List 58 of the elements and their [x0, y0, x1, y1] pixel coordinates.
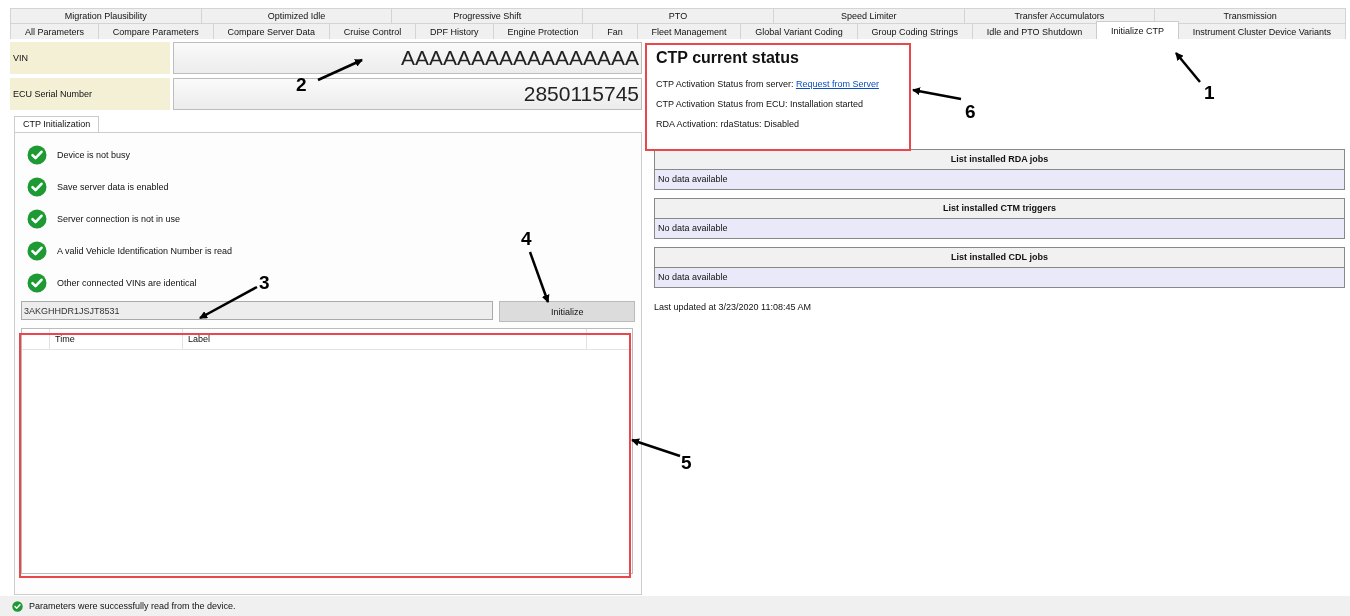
value-field: AAAAAAAAAAAAAAAAA — [173, 42, 642, 74]
tab[interactable]: Idle and PTO Shutdown — [971, 23, 1098, 39]
annotation-number: 2 — [296, 74, 307, 96]
tab[interactable]: DPF History — [415, 23, 494, 39]
check-label: Save server data is enabled — [57, 182, 169, 192]
list-header: List installed CDL jobs — [655, 248, 1344, 268]
tab[interactable]: Transmission — [1154, 8, 1347, 23]
list-header: List installed CTM triggers — [655, 199, 1344, 219]
arrow — [1175, 52, 1201, 83]
request-link[interactable]: Request from Server — [795, 79, 879, 89]
list-row: No data available — [655, 219, 1344, 238]
tab[interactable]: Engine Protection — [492, 23, 594, 39]
tab[interactable]: Group Coding Strings — [856, 23, 973, 39]
tab[interactable]: CTP Initialization — [14, 116, 100, 132]
arrow — [199, 285, 258, 320]
annotation-number: 4 — [521, 228, 532, 250]
tab[interactable]: Migration Plausibility — [10, 8, 202, 23]
arrow — [317, 58, 363, 82]
list-row: No data available — [655, 268, 1344, 287]
column-header[interactable]: Time — [50, 329, 183, 349]
tab[interactable]: Compare Parameters — [97, 23, 214, 39]
tab[interactable]: Optimized Idle — [200, 8, 393, 23]
tab[interactable]: Progressive Shift — [391, 8, 584, 23]
annotation-number: 5 — [681, 452, 692, 474]
tab[interactable]: Speed Limiter — [772, 8, 965, 23]
tab[interactable]: Global Variant Coding — [740, 23, 858, 39]
status-line: RDA Activation: rdaStatus: Disabled — [656, 119, 801, 129]
tab[interactable]: Compare Server Data — [212, 23, 330, 39]
check-label: A valid Vehicle Identification Number is read — [57, 246, 233, 256]
tab[interactable]: Fleet Management — [636, 23, 742, 39]
last-updated-text: Last updated at 3/23/2020 11:08:45 AM — [654, 302, 812, 312]
field-label: VIN — [10, 42, 170, 74]
tab[interactable]: Fan — [592, 23, 638, 39]
check-label: Server connection is not in use — [57, 214, 181, 224]
status-line: CTP Activation Status from ECU: Installation started — [656, 99, 864, 109]
list-header: List installed RDA jobs — [655, 150, 1344, 170]
check-label: Other connected VINs are identical — [57, 278, 197, 288]
list-row: No data available — [655, 170, 1344, 189]
status-line: CTP Activation Status from server: Request from Server — [656, 79, 880, 89]
tab[interactable]: Cruise Control — [328, 23, 417, 39]
arrow — [912, 87, 962, 101]
field-label: ECU Serial Number — [10, 78, 170, 110]
annotation-number: 1 — [1204, 82, 1215, 104]
check-label: Device is not busy — [57, 150, 131, 160]
tab[interactable]: Instrument Cluster Device Variants — [1177, 23, 1346, 39]
arrow — [631, 438, 681, 458]
initialize-button[interactable]: Initialize — [499, 301, 635, 322]
tab[interactable]: PTO — [582, 8, 774, 23]
vin-input-field[interactable]: 3AKGHHDR1JSJT8531 — [21, 301, 494, 320]
tab[interactable]: Initialize CTP — [1096, 21, 1179, 39]
status-message: Parameters were successfully read from the device. — [29, 601, 236, 611]
column-header[interactable]: Label — [183, 329, 587, 349]
annotation-number: 3 — [259, 272, 270, 294]
tab[interactable]: All Parameters — [10, 23, 99, 39]
annotation-number: 6 — [965, 101, 976, 123]
status-title: CTP current status — [656, 49, 800, 67]
tab[interactable]: Transfer Accumulators — [963, 8, 1156, 23]
arrow — [528, 251, 550, 303]
